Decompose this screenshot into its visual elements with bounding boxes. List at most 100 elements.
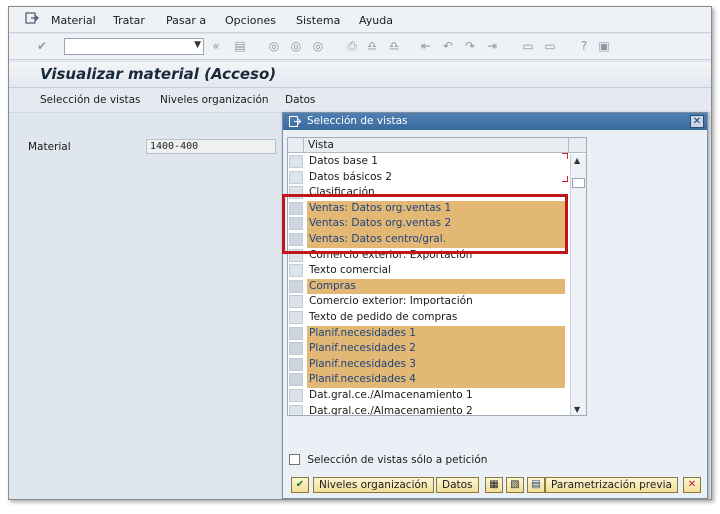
confirm-icon[interactable]: ✔	[291, 477, 309, 493]
screen-title-bar: Visualizar material (Acceso)	[9, 62, 711, 88]
parametrizacion-previa-button[interactable]: Parametrización previa	[545, 477, 678, 493]
table-row[interactable]: Planif.necesidades 4	[288, 372, 570, 388]
material-label: Material	[28, 141, 71, 153]
seleccion-peticion-checkbox[interactable]	[289, 454, 300, 465]
seleccion-vistas-dialog: Selección de vistas ✕ Vista Datos base 1…	[282, 112, 708, 499]
row-label: Planif.necesidades 4	[307, 372, 565, 388]
row-label: Texto comercial	[309, 264, 392, 277]
table-row[interactable]: Planif.necesidades 1	[288, 325, 570, 342]
select-all-column[interactable]	[288, 138, 304, 153]
dialog-icon	[289, 116, 301, 127]
row-selector[interactable]	[289, 279, 303, 293]
save-icon[interactable]: ▤	[233, 39, 247, 53]
close-icon[interactable]: ✕	[690, 115, 704, 128]
first-page-icon[interactable]: ⇤	[419, 39, 433, 53]
row-label: Ventas: Datos org.ventas 1	[307, 200, 565, 217]
row-selector[interactable]	[289, 170, 303, 184]
shortcut-icon[interactable]: ▭	[543, 39, 557, 53]
new-session-icon[interactable]: ▭	[521, 39, 535, 53]
command-field[interactable]: ▼	[64, 38, 204, 55]
sap-window: Material Tratar Pasar a Opciones Sistema…	[8, 6, 712, 500]
niveles-organizacion-dialog-button[interactable]: Niveles organización	[313, 477, 434, 493]
material-field[interactable]: 1400-400	[146, 139, 276, 154]
select-all-icon[interactable]: ▦	[485, 477, 503, 493]
print-icon[interactable]: ⎙	[345, 39, 359, 53]
row-label: Planif.necesidades 3	[307, 356, 565, 373]
scroll-down-icon[interactable]: ▼	[574, 405, 580, 414]
table-row[interactable]: Datos básicos 2	[288, 170, 570, 186]
row-selector[interactable]	[289, 201, 303, 215]
row-selector[interactable]	[289, 155, 303, 168]
back-icon[interactable]: «	[209, 39, 223, 53]
menu-tratar[interactable]: Tratar	[113, 14, 145, 27]
table-row[interactable]: Ventas: Datos org.ventas 1	[288, 200, 570, 217]
row-selector[interactable]	[289, 248, 303, 262]
table-row[interactable]: Dat.gral.ce./Almacenamiento 1	[288, 388, 570, 404]
row-selector[interactable]	[289, 404, 303, 415]
table-row[interactable]: Planif.necesidades 3	[288, 356, 570, 373]
cancel-icon[interactable]: ◎	[289, 39, 303, 53]
table-row[interactable]: Texto comercial	[288, 263, 570, 279]
next-page-icon[interactable]: ↷	[463, 39, 477, 53]
datos-dialog-button[interactable]: Datos	[436, 477, 479, 493]
row-selector[interactable]	[289, 342, 303, 356]
dialog-title-bar[interactable]: Selección de vistas ✕	[283, 113, 707, 130]
checkbox-label: Selección de vistas sólo a petición	[307, 454, 488, 466]
cancel-icon[interactable]: ✕	[683, 477, 701, 493]
views-table: Vista Datos base 1 Datos básicos 2 Clasifi…	[287, 137, 587, 416]
last-page-icon[interactable]: ⇥	[485, 39, 499, 53]
table-row[interactable]: Comercio exterior: Importación	[288, 294, 570, 310]
exit-icon[interactable]: ◎	[267, 39, 281, 53]
table-row[interactable]: Ventas: Datos centro/gral.	[288, 232, 570, 248]
find-next-icon[interactable]: ♎	[387, 39, 401, 53]
row-label: Texto de pedido de compras	[309, 311, 458, 323]
datos-button[interactable]: Datos	[285, 94, 316, 106]
table-row[interactable]: Datos base 1	[288, 154, 570, 170]
table-row[interactable]: Texto de pedido de compras	[288, 310, 570, 326]
application-toolbar: Selección de vistas Niveles organización…	[9, 89, 711, 113]
row-selector[interactable]	[289, 264, 303, 278]
menu-ayuda[interactable]: Ayuda	[359, 14, 393, 27]
row-selector[interactable]	[289, 311, 303, 324]
standard-toolbar: ✔ ▼ « ▤ ◎ ◎ ◎ ⎙ ♎ ♎ ⇤ ↶ ↷ ⇥ ▭ ▭ ? ▣	[9, 34, 711, 60]
scroll-up-icon[interactable]: ▲	[574, 156, 580, 165]
row-label: Clasificación	[309, 186, 375, 199]
save-icon[interactable]: ▤	[527, 477, 545, 493]
table-row[interactable]: Compras	[288, 278, 570, 295]
help-icon[interactable]: ?	[577, 39, 591, 53]
row-selector[interactable]	[289, 326, 303, 340]
menu-sistema[interactable]: Sistema	[296, 14, 340, 27]
deselect-all-icon[interactable]: ▧	[506, 477, 524, 493]
table-row[interactable]: Ventas: Datos org.ventas 2	[288, 216, 570, 232]
checkbox-row[interactable]: Selección de vistas sólo a petición	[289, 454, 487, 466]
table-settings-icon[interactable]	[568, 138, 586, 153]
cancel-icon-2[interactable]: ◎	[311, 39, 325, 53]
app-menu-icon[interactable]	[25, 12, 39, 24]
row-selector[interactable]	[289, 217, 303, 231]
row-selector[interactable]	[289, 295, 303, 309]
menu-material[interactable]: Material	[51, 14, 96, 27]
find-icon[interactable]: ♎	[365, 39, 379, 53]
table-row[interactable]: Comercio exterior: Exportación	[288, 248, 570, 264]
scroll-thumb[interactable]	[572, 178, 585, 188]
menu-pasar-a[interactable]: Pasar a	[166, 14, 206, 27]
row-selector[interactable]	[289, 186, 303, 200]
layout-icon[interactable]: ▣	[597, 39, 611, 53]
seleccion-vistas-button[interactable]: Selección de vistas	[40, 94, 140, 106]
table-row[interactable]: Clasificación	[288, 185, 570, 201]
check-icon[interactable]: ✔	[35, 39, 49, 53]
table-row[interactable]: Planif.necesidades 2	[288, 341, 570, 357]
table-row[interactable]: Dat.gral.ce./Almacenamiento 2	[288, 404, 570, 416]
niveles-organizacion-button[interactable]: Niveles organización	[160, 94, 269, 106]
menu-opciones[interactable]: Opciones	[225, 14, 276, 27]
prev-page-icon[interactable]: ↶	[441, 39, 455, 53]
row-label: Planif.necesidades 2	[307, 341, 565, 357]
chevron-down-icon[interactable]: ▼	[194, 40, 201, 50]
row-selector[interactable]	[289, 389, 303, 402]
vertical-scrollbar[interactable]: ▲ ▼	[570, 154, 586, 415]
row-selector[interactable]	[289, 357, 303, 371]
row-selector[interactable]	[289, 373, 303, 387]
page-title: Visualizar material (Acceso)	[40, 65, 277, 83]
row-selector[interactable]	[289, 233, 303, 246]
row-label: Dat.gral.ce./Almacenamiento 2	[309, 404, 473, 416]
